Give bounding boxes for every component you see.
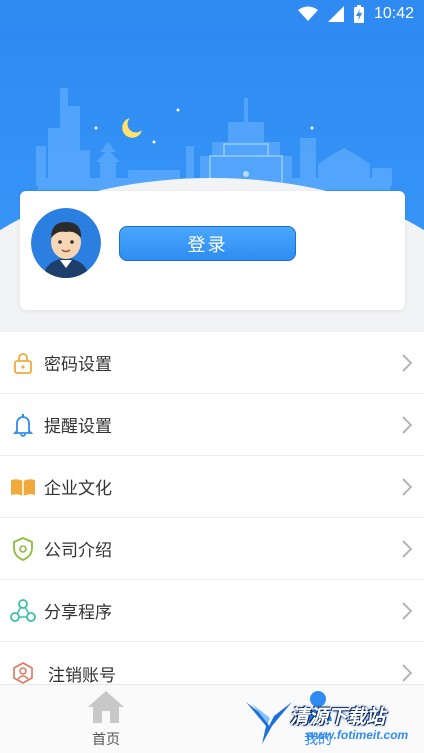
profile-card: 登录 bbox=[20, 191, 405, 310]
login-button[interactable]: 登录 bbox=[119, 226, 296, 261]
settings-menu: 密码设置 提醒设置 企业文化 公司介绍 分享程序 注销账号 bbox=[0, 332, 424, 704]
bell-icon bbox=[2, 413, 44, 437]
chevron-right-icon bbox=[402, 477, 412, 496]
menu-item-label: 公司介绍 bbox=[44, 541, 112, 561]
city-skyline-illustration bbox=[36, 88, 392, 190]
cartoon-user-avatar-icon bbox=[31, 208, 101, 278]
chevron-right-icon bbox=[402, 353, 412, 372]
signal-icon bbox=[327, 6, 344, 22]
status-bar: 10:42 bbox=[0, 0, 424, 28]
chevron-right-icon bbox=[402, 601, 412, 620]
account-cancel-icon bbox=[2, 661, 44, 685]
menu-item-share-app[interactable]: 分享程序 bbox=[0, 580, 424, 642]
watermark: 清源下载站 www.fotimeit.com bbox=[244, 688, 414, 750]
menu-item-label: 分享程序 bbox=[44, 603, 112, 623]
book-icon bbox=[2, 477, 44, 497]
battery-charging-icon bbox=[353, 5, 364, 23]
menu-item-label: 企业文化 bbox=[44, 479, 112, 499]
chevron-right-icon bbox=[402, 415, 412, 434]
tab-home-label: 首页 bbox=[92, 732, 120, 748]
tab-home[interactable]: 首页 bbox=[0, 685, 212, 753]
menu-item-label: 密码设置 bbox=[44, 355, 112, 375]
menu-item-label: 提醒设置 bbox=[44, 417, 112, 437]
share-icon bbox=[2, 598, 44, 623]
watermark-title: 清源下载站 bbox=[290, 706, 386, 728]
avatar[interactable] bbox=[31, 208, 101, 278]
chevron-right-icon bbox=[402, 539, 412, 558]
chevron-right-icon bbox=[402, 664, 412, 682]
status-time: 10:42 bbox=[373, 5, 414, 22]
menu-item-password-settings[interactable]: 密码设置 bbox=[0, 332, 424, 394]
status-icons: 10:42 bbox=[297, 5, 414, 23]
wifi-icon bbox=[297, 6, 318, 21]
home-icon bbox=[88, 691, 124, 723]
lock-icon bbox=[2, 351, 44, 375]
menu-item-reminder-settings[interactable]: 提醒设置 bbox=[0, 394, 424, 456]
watermark-url: www.fotimeit.com bbox=[306, 728, 409, 742]
menu-item-label: 注销账号 bbox=[48, 665, 116, 686]
shield-icon bbox=[2, 536, 44, 561]
menu-item-company-intro[interactable]: 公司介绍 bbox=[0, 518, 424, 580]
watermark-logo bbox=[246, 702, 292, 744]
menu-item-corporate-culture[interactable]: 企业文化 bbox=[0, 456, 424, 518]
